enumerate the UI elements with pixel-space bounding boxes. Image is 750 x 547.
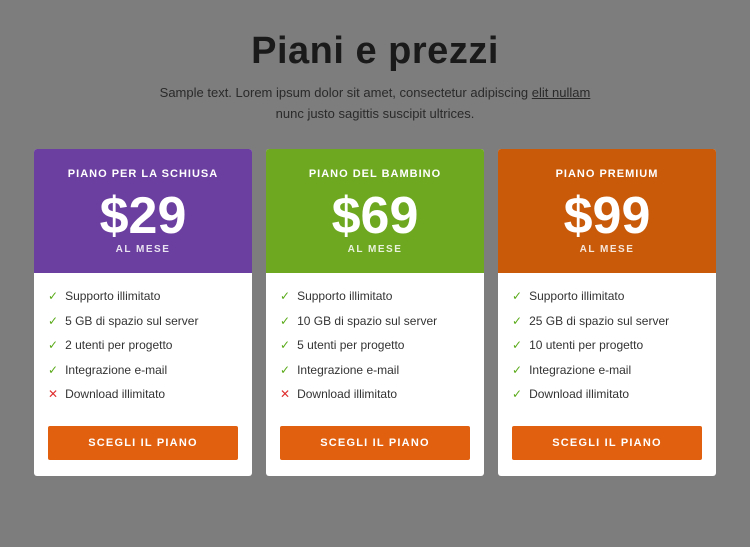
plan-header-standard: PIANO DEL BAMBINO $69 AL MESE bbox=[266, 149, 484, 273]
check-yes-icon: ✓ bbox=[48, 363, 58, 379]
feature-text-standard-3: Integrazione e-mail bbox=[297, 363, 399, 379]
check-yes-icon: ✓ bbox=[512, 314, 522, 330]
feature-item-standard-1: ✓ 10 GB di spazio sul server bbox=[280, 314, 470, 330]
page-title: Piani e prezzi bbox=[20, 30, 730, 73]
plan-period-standard: AL MESE bbox=[282, 244, 468, 255]
check-yes-icon: ✓ bbox=[48, 314, 58, 330]
feature-item-basic-2: ✓ 2 utenti per progetto bbox=[48, 338, 238, 354]
feature-text-standard-1: 10 GB di spazio sul server bbox=[297, 314, 437, 330]
feature-item-premium-0: ✓ Supporto illimitato bbox=[512, 289, 702, 305]
feature-text-standard-0: Supporto illimitato bbox=[297, 289, 392, 305]
feature-text-standard-2: 5 utenti per progetto bbox=[297, 338, 404, 354]
check-yes-icon: ✓ bbox=[512, 363, 522, 379]
cta-button-basic[interactable]: SCEGLI IL PIANO bbox=[48, 426, 238, 460]
plan-features-standard: ✓ Supporto illimitato ✓ 10 GB di spazio sul… bbox=[266, 273, 484, 426]
page-wrapper: Piani e prezzi Sample text. Lorem ipsum … bbox=[0, 0, 750, 547]
feature-text-premium-3: Integrazione e-mail bbox=[529, 363, 631, 379]
plan-price-standard: $69 bbox=[282, 190, 468, 242]
feature-item-premium-4: ✓ Download illimitato bbox=[512, 387, 702, 403]
feature-item-standard-3: ✓ Integrazione e-mail bbox=[280, 363, 470, 379]
feature-item-premium-1: ✓ 25 GB di spazio sul server bbox=[512, 314, 702, 330]
plan-card-basic: PIANO PER LA SCHIUSA $29 AL MESE ✓ Supporto … bbox=[34, 149, 252, 476]
feature-item-basic-0: ✓ Supporto illimitato bbox=[48, 289, 238, 305]
plan-period-premium: AL MESE bbox=[514, 244, 700, 255]
plan-cta-basic: SCEGLI IL PIANO bbox=[34, 426, 252, 476]
plan-name-standard: PIANO DEL BAMBINO bbox=[282, 167, 468, 182]
feature-item-premium-3: ✓ Integrazione e-mail bbox=[512, 363, 702, 379]
feature-text-basic-1: 5 GB di spazio sul server bbox=[65, 314, 198, 330]
feature-text-premium-0: Supporto illimitato bbox=[529, 289, 624, 305]
feature-text-premium-4: Download illimitato bbox=[529, 387, 629, 403]
feature-item-standard-0: ✓ Supporto illimitato bbox=[280, 289, 470, 305]
feature-item-basic-3: ✓ Integrazione e-mail bbox=[48, 363, 238, 379]
plan-price-basic: $29 bbox=[50, 190, 236, 242]
check-yes-icon: ✓ bbox=[280, 338, 290, 354]
plan-header-premium: PIANO PREMIUM $99 AL MESE bbox=[498, 149, 716, 273]
feature-item-standard-2: ✓ 5 utenti per progetto bbox=[280, 338, 470, 354]
feature-text-basic-2: 2 utenti per progetto bbox=[65, 338, 172, 354]
plan-features-premium: ✓ Supporto illimitato ✓ 25 GB di spazio sul… bbox=[498, 273, 716, 426]
plan-name-basic: PIANO PER LA SCHIUSA bbox=[50, 167, 236, 182]
subtitle-text-1: Sample text. Lorem ipsum dolor sit amet,… bbox=[160, 85, 529, 100]
feature-text-basic-4: Download illimitato bbox=[65, 387, 165, 403]
feature-text-premium-1: 25 GB di spazio sul server bbox=[529, 314, 669, 330]
check-yes-icon: ✓ bbox=[512, 289, 522, 305]
check-yes-icon: ✓ bbox=[280, 314, 290, 330]
cta-button-standard[interactable]: SCEGLI IL PIANO bbox=[280, 426, 470, 460]
plans-container: PIANO PER LA SCHIUSA $29 AL MESE ✓ Supporto … bbox=[20, 149, 730, 476]
feature-text-standard-4: Download illimitato bbox=[297, 387, 397, 403]
plan-price-premium: $99 bbox=[514, 190, 700, 242]
check-yes-icon: ✓ bbox=[48, 289, 58, 305]
check-yes-icon: ✓ bbox=[512, 338, 522, 354]
check-yes-icon: ✓ bbox=[280, 363, 290, 379]
header-section: Piani e prezzi Sample text. Lorem ipsum … bbox=[20, 30, 730, 125]
check-yes-icon: ✓ bbox=[48, 338, 58, 354]
check-yes-icon: ✓ bbox=[280, 289, 290, 305]
check-yes-icon: ✓ bbox=[512, 387, 522, 403]
plan-header-basic: PIANO PER LA SCHIUSA $29 AL MESE bbox=[34, 149, 252, 273]
cta-button-premium[interactable]: SCEGLI IL PIANO bbox=[512, 426, 702, 460]
feature-text-premium-2: 10 utenti per progetto bbox=[529, 338, 643, 354]
feature-text-basic-3: Integrazione e-mail bbox=[65, 363, 167, 379]
feature-item-basic-4: ✕ Download illimitato bbox=[48, 387, 238, 403]
plan-cta-standard: SCEGLI IL PIANO bbox=[266, 426, 484, 476]
plan-cta-premium: SCEGLI IL PIANO bbox=[498, 426, 716, 476]
subtitle: Sample text. Lorem ipsum dolor sit amet,… bbox=[20, 83, 730, 125]
feature-item-premium-2: ✓ 10 utenti per progetto bbox=[512, 338, 702, 354]
feature-text-basic-0: Supporto illimitato bbox=[65, 289, 160, 305]
feature-item-basic-1: ✓ 5 GB di spazio sul server bbox=[48, 314, 238, 330]
plan-name-premium: PIANO PREMIUM bbox=[514, 167, 700, 182]
plan-card-standard: PIANO DEL BAMBINO $69 AL MESE ✓ Supporto ill… bbox=[266, 149, 484, 476]
check-no-icon: ✕ bbox=[48, 387, 58, 403]
subtitle-link[interactable]: elit nullam bbox=[532, 85, 591, 100]
feature-item-standard-4: ✕ Download illimitato bbox=[280, 387, 470, 403]
plan-card-premium: PIANO PREMIUM $99 AL MESE ✓ Supporto illimit… bbox=[498, 149, 716, 476]
plan-period-basic: AL MESE bbox=[50, 244, 236, 255]
subtitle-text-2: nunc justo sagittis suscipit ultrices. bbox=[276, 106, 475, 121]
check-no-icon: ✕ bbox=[280, 387, 290, 403]
plan-features-basic: ✓ Supporto illimitato ✓ 5 GB di spazio sul … bbox=[34, 273, 252, 426]
